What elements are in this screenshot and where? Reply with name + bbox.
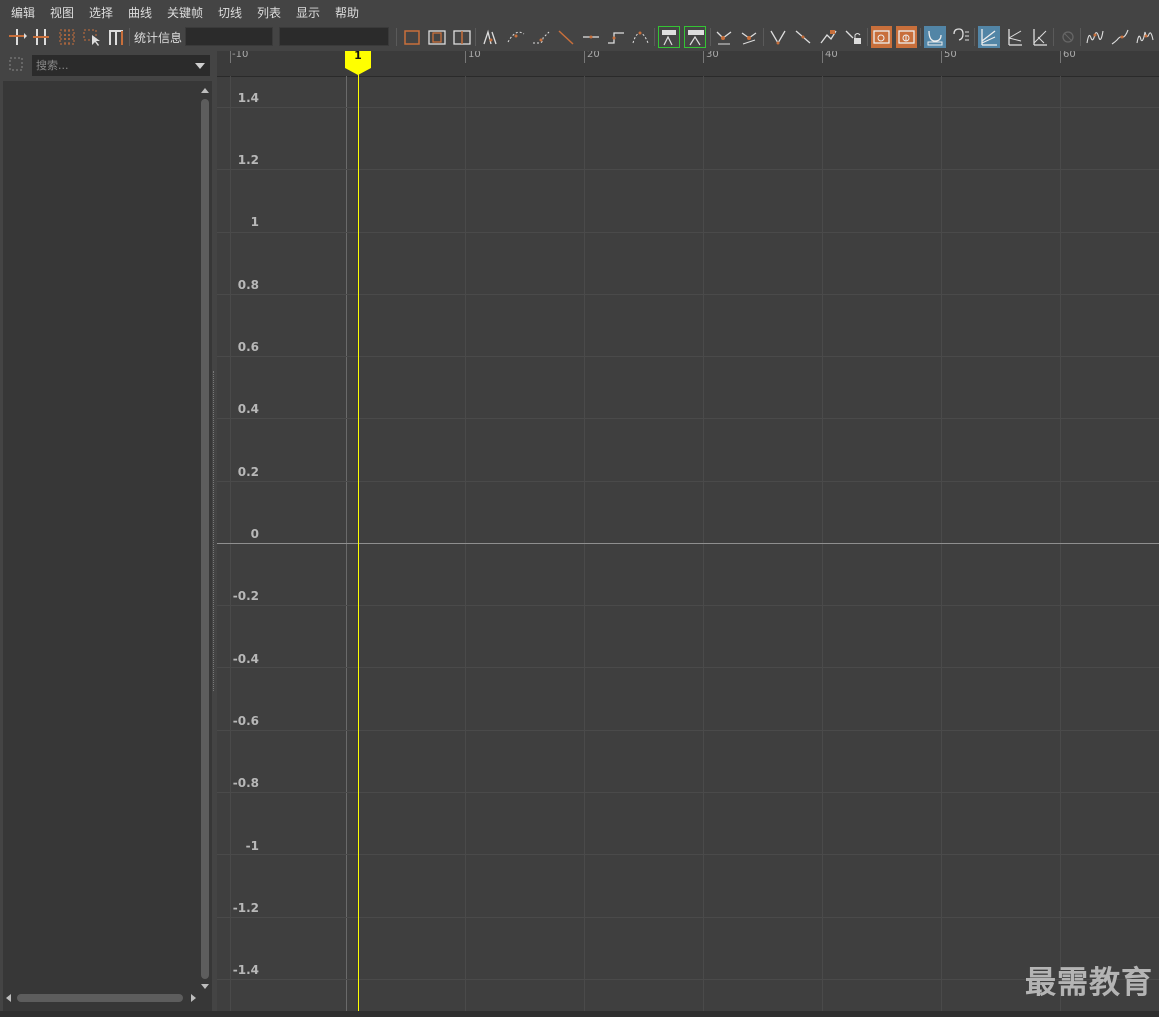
menu-curves[interactable]: 曲线 — [128, 4, 152, 21]
stacked-curves-toggle-icon[interactable] — [924, 26, 946, 48]
ruler-label: 50 — [944, 51, 957, 60]
search-field[interactable] — [32, 55, 210, 76]
scroll-up-icon[interactable] — [201, 88, 209, 93]
watermark-logo: 最需教育 — [1025, 965, 1153, 1001]
menu-edit[interactable]: 编辑 — [11, 4, 35, 21]
ruler-tick — [822, 51, 823, 63]
buffer-curve-snapshot-icon[interactable] — [658, 26, 680, 48]
menu-show[interactable]: 显示 — [296, 4, 320, 21]
auto-tangent-icon[interactable] — [481, 26, 501, 48]
curve-outliner-panel — [3, 51, 212, 1011]
value-label: 0.4 — [237, 402, 259, 416]
stats-value-field[interactable] — [279, 27, 389, 46]
graph-editor-toolbar: 统计信息 — [0, 23, 1159, 51]
ruler-label: 30 — [706, 51, 719, 60]
ruler-tick — [703, 51, 704, 63]
value-label: -1.4 — [232, 963, 259, 977]
value-label: -1 — [245, 839, 259, 853]
stats-label: 统计信息 — [134, 31, 183, 45]
flat-tangent-icon[interactable] — [581, 26, 601, 48]
menu-bar: 编辑 视图 选择 曲线 关键帧 切线 列表 显示 帮助 — [0, 0, 1159, 23]
ruler-tick — [941, 51, 942, 63]
ruler-label: 20 — [587, 51, 600, 60]
graph-view[interactable]: -10 10 20 30 40 50 60 1.4 1.2 1 0.8 0.6 … — [217, 51, 1159, 1011]
value-label: 1.2 — [237, 153, 259, 167]
ruler-label: 60 — [1063, 51, 1076, 60]
ruler-tick — [230, 51, 231, 63]
linear-tangent-icon[interactable] — [556, 26, 576, 48]
ruler-label: 40 — [825, 51, 838, 60]
stats-frame-field[interactable] — [185, 27, 273, 46]
outliner-horizontal-scrollbar[interactable] — [3, 991, 199, 1005]
value-label: 1 — [250, 215, 259, 229]
menu-tangents[interactable]: 切线 — [218, 4, 242, 21]
value-label: 0.8 — [237, 278, 259, 292]
insert-key-icon[interactable] — [31, 26, 51, 48]
normalized-view-icon[interactable] — [1030, 26, 1050, 48]
unlock-key-icon[interactable] — [843, 26, 863, 48]
normalize-curves-icon[interactable] — [951, 26, 971, 48]
frame-playback-range-icon[interactable] — [427, 26, 447, 48]
dope-sheet-icon[interactable] — [871, 26, 892, 48]
bottom-edge — [0, 1011, 1159, 1017]
move-key-icon[interactable] — [7, 26, 27, 48]
menu-view[interactable]: 视图 — [50, 4, 74, 21]
current-time-line[interactable] — [358, 51, 359, 1011]
value-label: -0.4 — [232, 652, 259, 666]
spline-tangent-icon[interactable] — [506, 26, 526, 48]
menu-help[interactable]: 帮助 — [335, 4, 359, 21]
scroll-left-icon[interactable] — [6, 994, 11, 1002]
pre-infinity-icon[interactable] — [1058, 26, 1078, 48]
trax-editor-icon[interactable] — [896, 26, 917, 48]
value-label: -0.8 — [232, 776, 259, 790]
lock-tangent-weight-icon[interactable] — [793, 26, 813, 48]
scroll-down-icon[interactable] — [201, 984, 209, 989]
swap-buffer-curve-icon[interactable] — [684, 26, 706, 48]
ruler-tick — [584, 51, 585, 63]
step-tangent-icon[interactable] — [606, 26, 626, 48]
filter-icon[interactable] — [9, 57, 23, 71]
oscillate-infinity-icon[interactable] — [1135, 26, 1155, 48]
vertical-scroll-thumb[interactable] — [201, 99, 209, 979]
menu-select[interactable]: 选择 — [89, 4, 113, 21]
value-label: -1.2 — [232, 901, 259, 915]
menu-keys[interactable]: 关键帧 — [167, 4, 203, 21]
cycle-with-offset-icon[interactable] — [1110, 26, 1130, 48]
lattice-deform-icon[interactable] — [57, 26, 77, 48]
free-tangent-weight-icon[interactable] — [768, 26, 788, 48]
value-label: -0.6 — [232, 714, 259, 728]
splitter-grip[interactable] — [213, 371, 216, 691]
region-select-icon[interactable] — [82, 26, 102, 48]
lock-key-icon[interactable] — [818, 26, 838, 48]
current-time-marker[interactable]: 1 — [345, 51, 371, 78]
current-frame-label: 1 — [354, 51, 362, 62]
ruler-label: 10 — [468, 51, 481, 60]
plateau-tangent-icon[interactable] — [631, 26, 651, 48]
value-label: -0.2 — [232, 589, 259, 603]
unify-tangents-icon[interactable] — [739, 26, 759, 48]
absolute-view-icon[interactable] — [978, 26, 1000, 48]
value-label: 0.6 — [237, 340, 259, 354]
value-label: 0.2 — [237, 465, 259, 479]
search-dropdown-icon[interactable] — [195, 63, 205, 69]
stacked-view-icon[interactable] — [1005, 26, 1025, 48]
outliner-toolbar — [3, 51, 212, 81]
ruler-tick — [465, 51, 466, 63]
center-current-time-icon[interactable] — [452, 26, 472, 48]
value-label: 0 — [250, 527, 259, 541]
menu-list[interactable]: 列表 — [257, 4, 281, 21]
retime-tool-icon[interactable] — [106, 26, 126, 48]
break-tangents-icon[interactable] — [714, 26, 734, 48]
ruler-tick — [1060, 51, 1061, 63]
ruler-label: -10 — [232, 51, 249, 60]
scroll-right-icon[interactable] — [191, 994, 196, 1002]
curve-list[interactable] — [3, 86, 197, 986]
outliner-vertical-scrollbar[interactable] — [199, 86, 211, 991]
value-label: 1.4 — [237, 91, 259, 105]
clamped-tangent-icon[interactable] — [531, 26, 551, 48]
frame-all-icon[interactable] — [402, 26, 422, 48]
cycle-infinity-icon[interactable] — [1085, 26, 1105, 48]
search-input[interactable] — [36, 57, 186, 74]
horizontal-scroll-thumb[interactable] — [17, 994, 183, 1002]
